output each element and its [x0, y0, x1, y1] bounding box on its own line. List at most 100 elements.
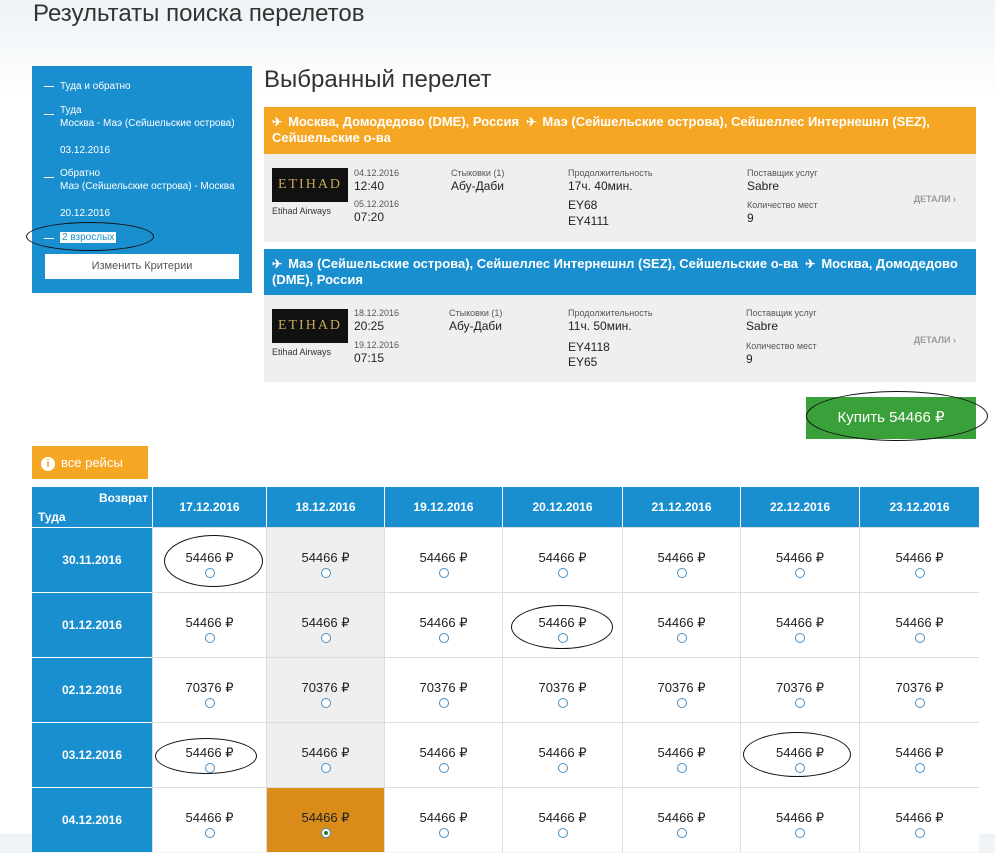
price-cell[interactable]: 54466 ₽	[859, 527, 979, 592]
select-radio[interactable]	[795, 828, 805, 838]
select-radio[interactable]	[204, 828, 215, 838]
price-label: 70376 ₽	[775, 680, 825, 695]
price-cell[interactable]: 54466 ₽	[502, 722, 622, 787]
price-label: 54466 ₽	[419, 615, 468, 630]
select-radio[interactable]	[438, 568, 449, 578]
select-radio[interactable]	[676, 698, 687, 708]
select-radio[interactable]	[438, 633, 449, 643]
price-cell[interactable]: 54466 ₽	[859, 787, 979, 852]
select-radio[interactable]	[795, 763, 805, 773]
flight-number: EY4111	[568, 214, 609, 228]
price-label: 54466 ₽	[185, 810, 234, 825]
leg-header-return: ✈ Маэ (Сейшельские острова), Сейшеллес Ин…	[264, 249, 976, 295]
details-link[interactable]: ДЕТАЛИ ›	[914, 194, 956, 204]
arrival-date: 19.12.2016	[354, 340, 400, 350]
price-cell[interactable]: 70376 ₽	[622, 657, 740, 722]
price-cell[interactable]: 54466 ₽	[502, 527, 622, 592]
select-radio[interactable]	[676, 828, 687, 838]
price-label: 70376 ₽	[301, 680, 350, 695]
select-radio[interactable]	[676, 633, 687, 643]
price-cell[interactable]: 54466 ₽	[152, 787, 266, 852]
select-radio[interactable]	[914, 633, 925, 643]
select-radio[interactable]	[557, 763, 568, 773]
provider: Sabre	[746, 319, 779, 333]
price-cell[interactable]: 54466 ₽	[622, 592, 740, 657]
select-radio[interactable]	[557, 568, 568, 578]
select-radio[interactable]	[676, 568, 687, 578]
price-cell[interactable]: 54466 ₽	[502, 592, 622, 657]
select-radio[interactable]	[914, 568, 925, 578]
return-date-header: 21.12.2016	[622, 487, 740, 527]
price-cell[interactable]: 54466 ₽	[859, 592, 979, 657]
landing-icon: ✈	[526, 115, 537, 129]
select-radio[interactable]	[795, 698, 805, 708]
select-radio[interactable]	[438, 698, 449, 708]
duration: 11ч. 50мин.	[568, 319, 632, 333]
select-radio[interactable]	[557, 633, 568, 643]
select-radio[interactable]	[438, 763, 449, 773]
price-label: 70376 ₽	[657, 680, 706, 695]
price-cell[interactable]: 54466 ₽	[384, 787, 502, 852]
price-cell[interactable]: 54466 ₽	[740, 722, 859, 787]
price-cell[interactable]: 70376 ₽	[152, 657, 266, 722]
select-radio[interactable]	[320, 828, 331, 838]
airline-name: Etihad Airways	[272, 206, 332, 216]
price-cell[interactable]: 70376 ₽	[859, 657, 979, 722]
price-cell[interactable]: 70376 ₽	[384, 657, 502, 722]
select-radio[interactable]	[320, 763, 331, 773]
price-label: 54466 ₽	[185, 615, 234, 630]
price-cell[interactable]: 54466 ₽	[266, 722, 384, 787]
price-cell[interactable]: 54466 ₽	[622, 527, 740, 592]
details-link[interactable]: ДЕТАЛИ ›	[914, 335, 956, 345]
select-radio[interactable]	[204, 633, 215, 643]
select-radio[interactable]	[557, 828, 568, 838]
etihad-logo: ETIHAD	[272, 309, 348, 343]
departure-date: 18.12.2016	[354, 308, 400, 318]
provider-label: Поставщик услуг	[747, 168, 818, 178]
select-radio[interactable]	[676, 763, 687, 773]
price-cell[interactable]: 54466 ₽	[152, 527, 266, 592]
all-flights-button[interactable]: i все рейсы	[32, 446, 148, 479]
price-cell[interactable]: 54466 ₽	[152, 722, 266, 787]
select-radio[interactable]	[557, 698, 568, 708]
price-cell[interactable]: 70376 ₽	[740, 657, 859, 722]
select-radio[interactable]	[914, 828, 925, 838]
page-title: Результаты поиска перелетов	[33, 0, 365, 27]
price-cell[interactable]: 54466 ₽	[740, 787, 859, 852]
outbound-date-header: 01.12.2016	[32, 592, 152, 657]
price-label: 54466 ₽	[895, 550, 944, 565]
select-radio[interactable]	[204, 568, 215, 578]
price-cell[interactable]: 54466 ₽	[266, 527, 384, 592]
select-radio[interactable]	[795, 568, 805, 578]
price-cell[interactable]: 54466 ₽	[266, 787, 384, 852]
select-radio[interactable]	[320, 568, 331, 578]
select-radio[interactable]	[320, 698, 331, 708]
select-radio[interactable]	[438, 828, 449, 838]
select-radio[interactable]	[914, 763, 925, 773]
select-radio[interactable]	[914, 698, 925, 708]
outbound-route: Москва - Маэ (Сейшельские острова)	[60, 118, 235, 129]
price-cell[interactable]: 54466 ₽	[740, 527, 859, 592]
price-cell[interactable]: 70376 ₽	[266, 657, 384, 722]
price-cell[interactable]: 54466 ₽	[859, 722, 979, 787]
takeoff-icon: ✈	[272, 115, 283, 129]
price-cell[interactable]: 54466 ₽	[384, 527, 502, 592]
select-radio[interactable]	[320, 633, 331, 643]
price-label: 54466 ₽	[301, 810, 350, 825]
price-cell[interactable]: 54466 ₽	[740, 592, 859, 657]
price-cell[interactable]: 54466 ₽	[622, 722, 740, 787]
price-cell[interactable]: 54466 ₽	[622, 787, 740, 852]
change-criteria-button[interactable]: Изменить Критерии	[45, 254, 239, 279]
stops-label: Стыковки (1)	[451, 168, 505, 178]
buy-button[interactable]: Купить 54466 ₽	[806, 397, 976, 439]
select-radio[interactable]	[795, 633, 805, 643]
price-cell[interactable]: 54466 ₽	[384, 592, 502, 657]
select-radio[interactable]	[204, 698, 215, 708]
select-radio[interactable]	[204, 763, 215, 773]
price-cell[interactable]: 54466 ₽	[266, 592, 384, 657]
price-cell[interactable]: 54466 ₽	[384, 722, 502, 787]
duration-label: Продолжительность	[568, 308, 653, 318]
price-cell[interactable]: 70376 ₽	[502, 657, 622, 722]
price-cell[interactable]: 54466 ₽	[502, 787, 622, 852]
price-cell[interactable]: 54466 ₽	[152, 592, 266, 657]
